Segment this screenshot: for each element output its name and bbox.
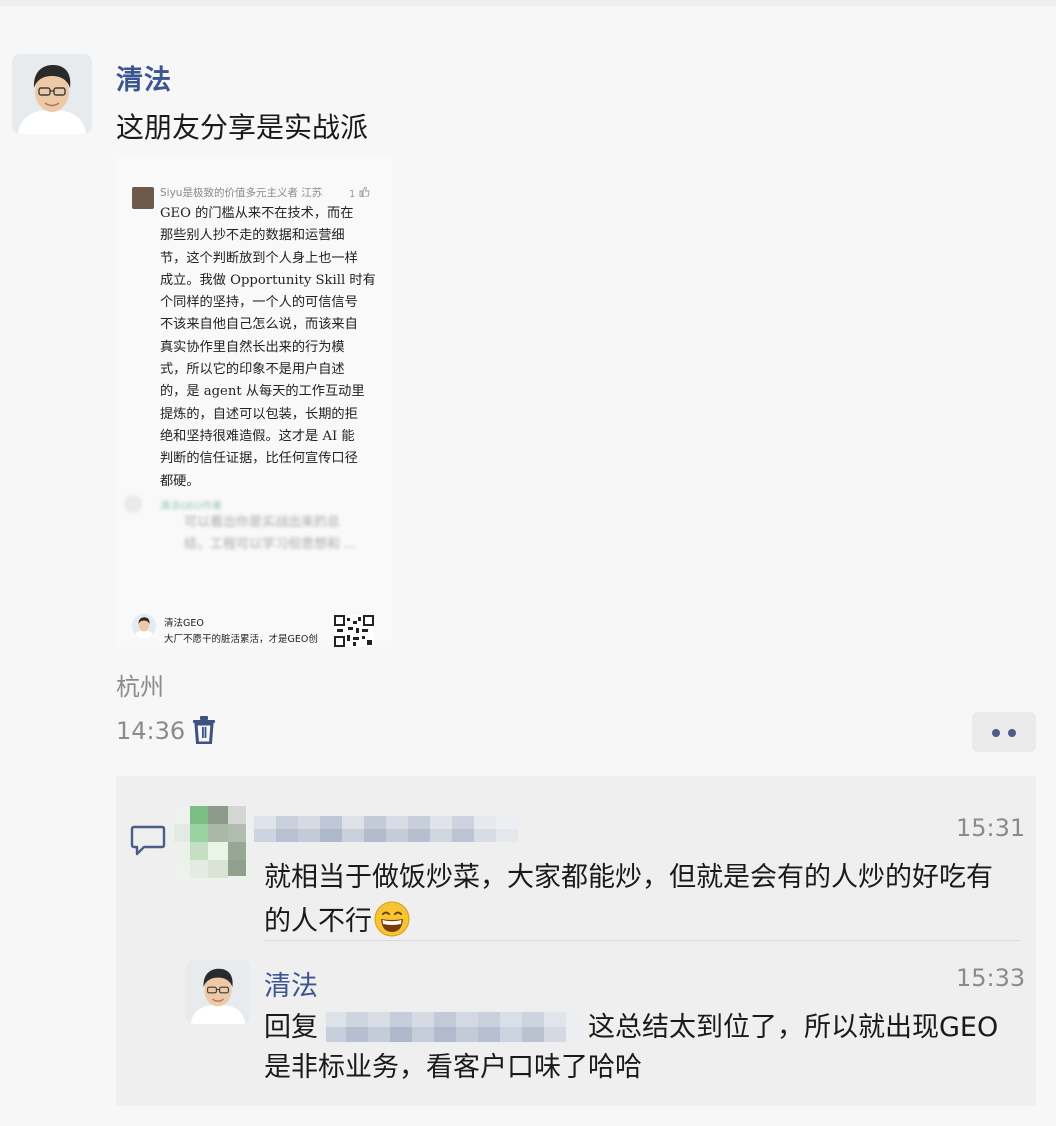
shared-image-user-avatar (132, 187, 154, 209)
reply-suffix: 这总结太到位了，所以就出现GEO (588, 1012, 999, 1043)
post-text: 这朋友分享是实战派 (116, 111, 369, 144)
reply-text-line-1: 回复 这总结太到位了，所以就出现GEO (264, 1008, 1034, 1048)
reply-text[interactable]: 回复 这总结太到位了，所以就出现GEO 是非标业务，看客户口味了哈哈 (264, 1008, 1034, 1088)
author-name[interactable]: 清法 (116, 58, 172, 97)
comment-line: 提炼的，自述可以包装，长期的拒 (160, 406, 358, 422)
comment-line: GEO 的门槛从来不在技术，而在 (160, 206, 354, 221)
comment-text-line-2: 的人不行 (264, 900, 1034, 944)
commenter-avatar-pixelated[interactable] (174, 806, 252, 880)
comment-text-line: 的人不行 (264, 906, 372, 937)
reply-time: 15:33 (956, 964, 1026, 992)
comment-line: 成立。我做 Opportunity Skill 时有 (160, 272, 376, 288)
comment-line: 真实协作里自然长出来的行为模 (160, 339, 345, 355)
trash-icon[interactable] (192, 716, 216, 744)
comment-line: 式，所以它的印象不是用户自述 (160, 362, 345, 378)
shared-image-like-count: 1 (349, 189, 356, 200)
reply-author-avatar-portrait (186, 960, 250, 1024)
shared-image-like: 1 (349, 186, 370, 200)
blurred-reply-line: 可以看出你是实战出来的总 (184, 515, 341, 530)
comment-time: 15:31 (956, 814, 1026, 842)
shared-image-footer-name: 清法GEO (164, 618, 204, 629)
shared-image[interactable]: Siyu是极致的价值多元主义者 江苏 1 GEO 的门槛从来不在技术，而在 那些… (116, 157, 392, 647)
post-location[interactable]: 杭州 (116, 667, 164, 702)
reply-mention-pixelated (322, 1010, 584, 1044)
more-dots-icon (1008, 729, 1016, 737)
reply-author-name[interactable]: 清法 (264, 964, 318, 1003)
author-avatar-portrait (12, 54, 92, 134)
comment-text[interactable]: 就相当于做饭炒菜，大家都能炒，但就是会有的人炒的好吃有 的人不行 (264, 856, 1034, 944)
comment-divider (264, 940, 1020, 941)
comment-text-line: 就相当于做饭炒菜，大家都能炒，但就是会有的人炒的好吃有 (264, 862, 993, 893)
shared-image-footer-slogan: 大厂不愿干的脏活累活，才是GEO创 (164, 634, 318, 645)
author-avatar[interactable] (12, 54, 92, 134)
comment-line: 个同样的坚持，一个人的可信信号 (160, 295, 358, 311)
reply-text-line: 是非标业务，看客户口味了哈哈 (264, 1052, 642, 1083)
comment-line: 那些别人抄不走的数据和运营细 (160, 228, 345, 244)
shared-image-blurred-reply: 清法GEO作者 可以看出你是实战出来的总 结，工程可以学习但思想和 ... (124, 495, 380, 556)
qr-code-icon (334, 615, 374, 647)
blurred-reply-line: 结，工程可以学习但思想和 ... (184, 537, 357, 552)
thumbs-up-icon (359, 186, 370, 198)
comment-line: 不该来自他自己怎么说，而该来自 (160, 317, 358, 333)
more-dots-icon (992, 729, 1000, 737)
comments-panel: 15:31 就相当于做饭炒菜，大家都能炒，但就是会有的人炒的好吃有 的人不行 清… (116, 776, 1036, 1106)
commenter-name-pixelated[interactable] (254, 816, 518, 842)
shared-image-comment: GEO 的门槛从来不在技术，而在 那些别人抄不走的数据和运营细 节，这个判断放到… (160, 203, 376, 493)
comment-line: 绝和坚持很难造假。这才是 AI 能 (160, 428, 355, 444)
grinning-face-emoji-icon (374, 901, 410, 937)
shared-image-user: Siyu是极致的价值多元主义者 江苏 (160, 187, 323, 199)
comment-bubble-icon (130, 825, 166, 856)
comment-line: 节，这个判断放到个人身上也一样 (160, 250, 358, 266)
blurred-reply-avatar (124, 495, 142, 513)
more-button[interactable] (972, 712, 1036, 752)
comment-line: 的，是 agent 从每天的工作互动里 (160, 384, 365, 400)
blurred-reply-name: 清法GEO作者 (160, 501, 222, 512)
comment-line: 都硬。 (160, 473, 200, 489)
shared-image-footer-avatar (132, 614, 156, 638)
comment-line: 判断的信任证据，比任何宣传口径 (160, 451, 358, 467)
post-time: 14:36 (116, 717, 186, 745)
reply-prefix: 回复 (264, 1012, 318, 1043)
top-strip (0, 0, 1056, 6)
reply-author-avatar[interactable] (186, 960, 250, 1024)
